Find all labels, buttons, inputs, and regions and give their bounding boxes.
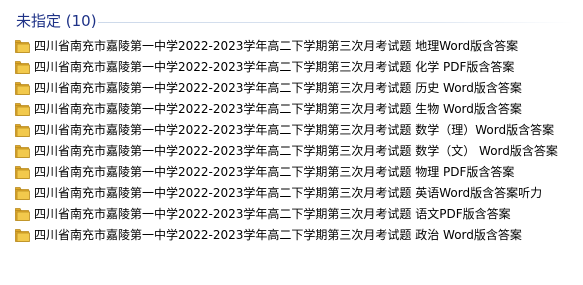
file-name[interactable]: 四川省南充市嘉陵第一中学2022-2023学年高二下学期第三次月考试题 历史 W… xyxy=(34,80,522,97)
list-item[interactable]: 四川省南充市嘉陵第一中学2022-2023学年高二下学期第三次月考试题 政治 W… xyxy=(0,225,583,246)
folder-icon xyxy=(15,207,30,222)
folder-icon xyxy=(15,186,30,201)
list-item[interactable]: 四川省南充市嘉陵第一中学2022-2023学年高二下学期第三次月考试题 地理Wo… xyxy=(0,36,583,57)
folder-icon xyxy=(15,60,30,75)
file-explorer-view: 未指定 (10) 四川省南充市嘉陵第一中学2022-2023学年高二下学期第三次… xyxy=(0,0,583,285)
list-item[interactable]: 四川省南充市嘉陵第一中学2022-2023学年高二下学期第三次月考试题 化学 P… xyxy=(0,57,583,78)
file-name[interactable]: 四川省南充市嘉陵第一中学2022-2023学年高二下学期第三次月考试题 语文PD… xyxy=(34,206,511,223)
list-item[interactable]: 四川省南充市嘉陵第一中学2022-2023学年高二下学期第三次月考试题 数学（理… xyxy=(0,120,583,141)
folder-icon xyxy=(15,144,30,159)
list-item[interactable]: 四川省南充市嘉陵第一中学2022-2023学年高二下学期第三次月考试题 数学（文… xyxy=(0,141,583,162)
list-item[interactable]: 四川省南充市嘉陵第一中学2022-2023学年高二下学期第三次月考试题 历史 W… xyxy=(0,78,583,99)
folder-icon xyxy=(15,39,30,54)
file-name[interactable]: 四川省南充市嘉陵第一中学2022-2023学年高二下学期第三次月考试题 地理Wo… xyxy=(34,38,518,55)
file-name[interactable]: 四川省南充市嘉陵第一中学2022-2023学年高二下学期第三次月考试题 政治 W… xyxy=(34,227,522,244)
group-title[interactable]: 未指定 (10) xyxy=(16,11,97,31)
list-item[interactable]: 四川省南充市嘉陵第一中学2022-2023学年高二下学期第三次月考试题 语文PD… xyxy=(0,204,583,225)
folder-icon xyxy=(15,165,30,180)
file-name[interactable]: 四川省南充市嘉陵第一中学2022-2023学年高二下学期第三次月考试题 化学 P… xyxy=(34,59,514,76)
list-item[interactable]: 四川省南充市嘉陵第一中学2022-2023学年高二下学期第三次月考试题 物理 P… xyxy=(0,162,583,183)
folder-icon xyxy=(15,228,30,243)
file-name[interactable]: 四川省南充市嘉陵第一中学2022-2023学年高二下学期第三次月考试题 数学（理… xyxy=(34,122,554,139)
folder-icon xyxy=(15,123,30,138)
file-name[interactable]: 四川省南充市嘉陵第一中学2022-2023学年高二下学期第三次月考试题 生物 W… xyxy=(34,101,522,118)
group-header[interactable]: 未指定 (10) xyxy=(0,0,583,32)
file-name[interactable]: 四川省南充市嘉陵第一中学2022-2023学年高二下学期第三次月考试题 英语Wo… xyxy=(34,185,542,202)
list-item[interactable]: 四川省南充市嘉陵第一中学2022-2023学年高二下学期第三次月考试题 生物 W… xyxy=(0,99,583,120)
group-divider xyxy=(98,22,573,23)
file-name[interactable]: 四川省南充市嘉陵第一中学2022-2023学年高二下学期第三次月考试题 数学（文… xyxy=(34,143,558,160)
folder-icon xyxy=(15,102,30,117)
file-list: 四川省南充市嘉陵第一中学2022-2023学年高二下学期第三次月考试题 地理Wo… xyxy=(0,36,583,246)
file-name[interactable]: 四川省南充市嘉陵第一中学2022-2023学年高二下学期第三次月考试题 物理 P… xyxy=(34,164,514,181)
folder-icon xyxy=(15,81,30,96)
list-item[interactable]: 四川省南充市嘉陵第一中学2022-2023学年高二下学期第三次月考试题 英语Wo… xyxy=(0,183,583,204)
